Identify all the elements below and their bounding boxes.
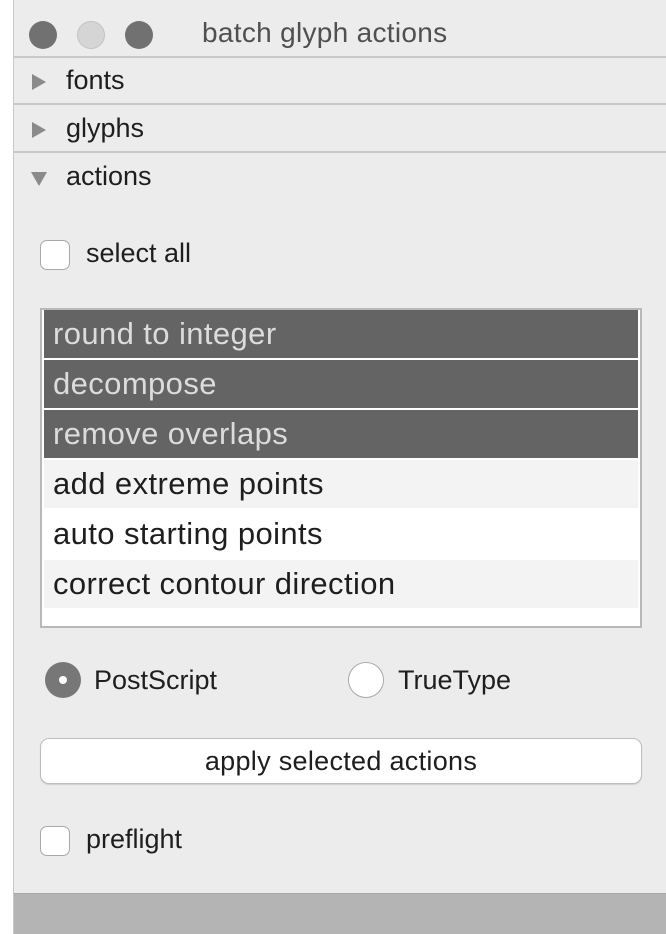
section-actions-label: actions (66, 161, 152, 191)
select-all-label: select all (86, 238, 192, 268)
list-item-round-to-integer[interactable]: round to integer (44, 310, 638, 358)
list-item-add-extreme-points[interactable]: add extreme points (44, 460, 638, 508)
close-window-button[interactable] (29, 21, 57, 49)
disclosure-triangle-down-icon[interactable] (29, 170, 47, 190)
apply-selected-actions-button[interactable]: apply selected actions (40, 738, 642, 784)
actions-list[interactable]: round to integer decompose remove overla… (40, 308, 642, 628)
section-glyphs-label: glyphs (66, 113, 145, 143)
list-item-auto-starting-points[interactable]: auto starting points (44, 510, 638, 558)
section-actions[interactable]: actions (14, 153, 666, 201)
zoom-window-button[interactable] (125, 21, 153, 49)
title-bar: batch glyph actions (14, 0, 666, 58)
postscript-radio[interactable] (45, 662, 81, 698)
section-fonts[interactable]: fonts (14, 57, 666, 105)
truetype-radio[interactable] (348, 662, 384, 698)
truetype-radio-label: TrueType (398, 665, 512, 695)
select-all-checkbox[interactable] (40, 240, 70, 270)
minimize-window-button[interactable] (77, 21, 105, 49)
window-title: batch glyph actions (202, 17, 448, 48)
list-item-correct-contour-direction[interactable]: correct contour direction (44, 560, 638, 608)
disclosure-triangle-right-icon[interactable] (30, 120, 48, 140)
disclosure-triangle-right-icon[interactable] (30, 72, 48, 92)
batch-glyph-actions-window: batch glyph actions fonts glyphs actions… (13, 0, 666, 934)
bottom-bar (14, 893, 666, 934)
preflight-checkbox[interactable] (40, 826, 70, 856)
list-item-decompose[interactable]: decompose (44, 360, 638, 408)
preflight-label: preflight (86, 824, 183, 854)
section-fonts-label: fonts (66, 65, 125, 95)
postscript-radio-label: PostScript (94, 665, 218, 695)
list-item-remove-overlaps[interactable]: remove overlaps (44, 410, 638, 458)
section-glyphs[interactable]: glyphs (14, 105, 666, 153)
